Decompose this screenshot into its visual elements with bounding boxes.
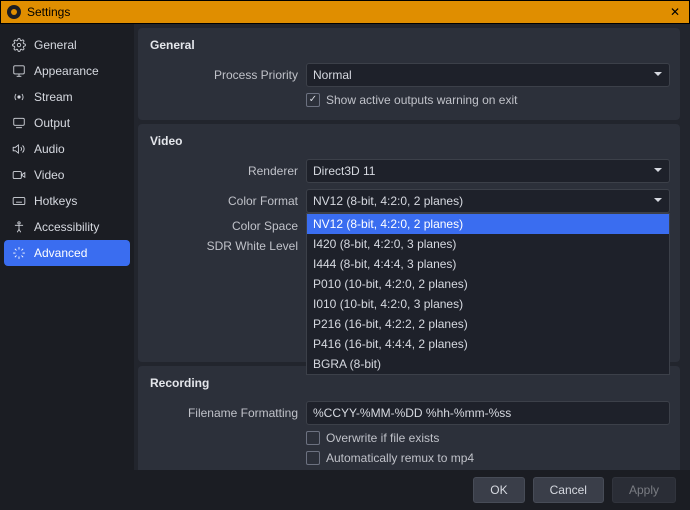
advanced-icon — [12, 246, 26, 260]
dropdown-option[interactable]: P216 (16-bit, 4:2:2, 2 planes) — [307, 314, 669, 334]
sidebar-item-label: Advanced — [34, 246, 87, 260]
video-icon — [12, 168, 26, 182]
group-general: General Process Priority Normal Show act… — [138, 28, 680, 120]
color-space-label: Color Space — [148, 219, 298, 233]
paint-icon — [12, 64, 26, 78]
renderer-label: Renderer — [148, 164, 298, 178]
cancel-button[interactable]: Cancel — [533, 477, 604, 503]
chevron-down-icon — [653, 68, 663, 82]
auto-remux-checkbox[interactable] — [306, 451, 320, 465]
sidebar-item-label: Hotkeys — [34, 194, 77, 208]
apply-button[interactable]: Apply — [612, 477, 676, 503]
overwrite-label: Overwrite if file exists — [326, 431, 439, 445]
sidebar-item-video[interactable]: Video — [4, 162, 130, 188]
dropdown-option[interactable]: BGRA (8-bit) — [307, 354, 669, 374]
ok-button[interactable]: OK — [473, 477, 524, 503]
chevron-down-icon — [653, 194, 663, 208]
select-value: Normal — [313, 68, 352, 82]
color-format-dropdown: NV12 (8-bit, 4:2:0, 2 planes) I420 (8-bi… — [306, 213, 670, 375]
audio-icon — [12, 142, 26, 156]
group-video: Video Renderer Direct3D 11 Color Format … — [138, 124, 680, 362]
sidebar-item-label: Output — [34, 116, 70, 130]
group-title: Video — [148, 128, 670, 156]
sidebar-item-label: Audio — [34, 142, 65, 156]
sdr-white-level-label: SDR White Level — [148, 239, 298, 253]
group-recording: Recording Filename Formatting %CCYY-%MM-… — [138, 366, 680, 470]
sidebar-item-label: Stream — [34, 90, 73, 104]
sidebar-item-appearance[interactable]: Appearance — [4, 58, 130, 84]
sidebar-item-output[interactable]: Output — [4, 110, 130, 136]
process-priority-select[interactable]: Normal — [306, 63, 670, 87]
sidebar-item-label: General — [34, 38, 77, 52]
sidebar-item-general[interactable]: General — [4, 32, 130, 58]
broadcast-icon — [12, 90, 26, 104]
sidebar-item-label: Accessibility — [34, 220, 99, 234]
overwrite-checkbox[interactable] — [306, 431, 320, 445]
output-icon — [12, 116, 26, 130]
show-active-outputs-checkbox[interactable] — [306, 93, 320, 107]
dropdown-option[interactable]: I010 (10-bit, 4:2:0, 3 planes) — [307, 294, 669, 314]
group-title: General — [148, 32, 670, 60]
color-format-select[interactable]: NV12 (8-bit, 4:2:0, 2 planes) — [306, 189, 670, 213]
dropdown-option[interactable]: P416 (16-bit, 4:4:4, 2 planes) — [307, 334, 669, 354]
window-close-button[interactable]: ✕ — [667, 5, 683, 19]
auto-remux-label: Automatically remux to mp4 — [326, 451, 474, 465]
app-logo-icon — [7, 5, 21, 19]
dropdown-option[interactable]: NV12 (8-bit, 4:2:0, 2 planes) — [307, 214, 669, 234]
sidebar-item-label: Appearance — [34, 64, 99, 78]
input-value: %CCYY-%MM-%DD %hh-%mm-%ss — [313, 406, 511, 420]
process-priority-label: Process Priority — [148, 68, 298, 82]
keyboard-icon — [12, 194, 26, 208]
dropdown-option[interactable]: P010 (10-bit, 4:2:0, 2 planes) — [307, 274, 669, 294]
sidebar-item-label: Video — [34, 168, 64, 182]
titlebar: Settings ✕ — [0, 0, 690, 24]
filename-formatting-label: Filename Formatting — [148, 406, 298, 420]
filename-formatting-input[interactable]: %CCYY-%MM-%DD %hh-%mm-%ss — [306, 401, 670, 425]
gear-icon — [12, 38, 26, 52]
dropdown-option[interactable]: I420 (8-bit, 4:2:0, 3 planes) — [307, 234, 669, 254]
app-body: General Appearance Stream Output Audio V… — [0, 24, 690, 470]
sidebar-item-hotkeys[interactable]: Hotkeys — [4, 188, 130, 214]
renderer-select[interactable]: Direct3D 11 — [306, 159, 670, 183]
sidebar-item-accessibility[interactable]: Accessibility — [4, 214, 130, 240]
color-format-label: Color Format — [148, 194, 298, 208]
select-value: NV12 (8-bit, 4:2:0, 2 planes) — [313, 194, 463, 208]
sidebar-item-advanced[interactable]: Advanced — [4, 240, 130, 266]
select-value: Direct3D 11 — [313, 164, 375, 178]
show-active-outputs-label: Show active outputs warning on exit — [326, 93, 517, 107]
window-title: Settings — [27, 5, 667, 19]
chevron-down-icon — [653, 164, 663, 178]
sidebar-item-stream[interactable]: Stream — [4, 84, 130, 110]
accessibility-icon — [12, 220, 26, 234]
content-pane[interactable]: General Process Priority Normal Show act… — [134, 24, 690, 470]
sidebar: General Appearance Stream Output Audio V… — [0, 24, 134, 470]
button-bar: OK Cancel Apply — [0, 470, 690, 510]
sidebar-item-audio[interactable]: Audio — [4, 136, 130, 162]
dropdown-option[interactable]: I444 (8-bit, 4:4:4, 3 planes) — [307, 254, 669, 274]
